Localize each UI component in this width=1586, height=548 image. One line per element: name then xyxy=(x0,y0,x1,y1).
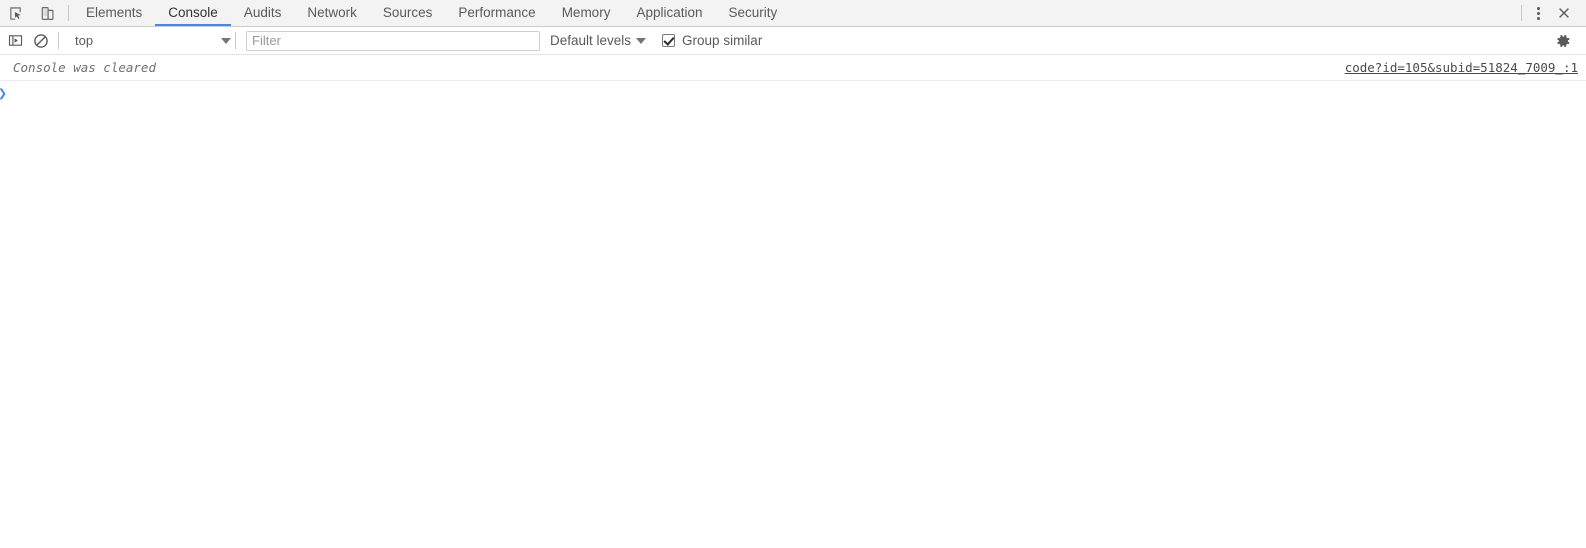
clear-console-icon[interactable] xyxy=(28,28,54,54)
console-sidebar-icon[interactable] xyxy=(2,28,28,54)
devtools-tabbar: Elements Console Audits Network Sources … xyxy=(0,0,1586,27)
tab-console[interactable]: Console xyxy=(155,0,231,26)
tab-security[interactable]: Security xyxy=(716,0,791,26)
tab-label: Memory xyxy=(561,4,611,20)
log-levels-dropdown[interactable]: Default levels xyxy=(550,33,647,48)
tab-audits[interactable]: Audits xyxy=(231,0,295,26)
close-icon[interactable] xyxy=(1550,0,1578,26)
toolbar-divider-2 xyxy=(235,32,236,49)
log-levels-label: Default levels xyxy=(550,33,632,48)
tab-memory[interactable]: Memory xyxy=(549,0,624,26)
dot xyxy=(1536,11,1540,15)
prompt-chevron-icon: ❯ xyxy=(0,85,7,101)
tabbar-right-divider xyxy=(1521,5,1522,21)
tab-network[interactable]: Network xyxy=(294,0,370,26)
tab-elements[interactable]: Elements xyxy=(73,0,155,26)
console-message-source-link[interactable]: code?id=105&subid=51824_7009_:1 xyxy=(1345,60,1578,75)
tab-label: Elements xyxy=(86,4,143,20)
dot xyxy=(1536,16,1540,20)
tabbar-divider xyxy=(68,5,69,21)
tab-application[interactable]: Application xyxy=(623,0,715,26)
execution-context-label: top xyxy=(75,33,94,48)
tab-label: Application xyxy=(636,4,703,20)
chevron-down-icon xyxy=(221,37,231,44)
console-toolbar: top Default levels Group similar xyxy=(0,27,1586,55)
inspect-cursor-icon[interactable] xyxy=(2,0,28,26)
tab-performance[interactable]: Performance xyxy=(445,0,548,26)
tab-label: Network xyxy=(307,4,357,20)
group-similar-label: Group similar xyxy=(682,33,763,48)
tab-label: Security xyxy=(728,4,778,20)
device-toolbar-icon[interactable] xyxy=(34,0,60,26)
gear-icon[interactable] xyxy=(1550,28,1576,54)
tab-label: Performance xyxy=(458,4,536,20)
tab-label: Sources xyxy=(382,4,433,20)
console-prompt-row[interactable]: ❯ xyxy=(0,81,1586,105)
toolbar-divider-1 xyxy=(58,32,59,49)
group-similar-checkbox[interactable] xyxy=(662,34,676,47)
more-vertical-icon[interactable] xyxy=(1526,0,1550,26)
tabbar-left-icons xyxy=(0,0,64,26)
tab-label: Audits xyxy=(243,4,282,20)
tab-label: Console xyxy=(168,4,218,20)
tabbar-right-icons xyxy=(1517,0,1586,26)
dot xyxy=(1536,6,1540,10)
toolbar-right-icons xyxy=(1550,28,1586,54)
console-message-text: Console was cleared xyxy=(13,60,156,75)
console-message-row[interactable]: Console was cleared code?id=105&subid=51… xyxy=(0,55,1586,81)
console-message-area: Console was cleared code?id=105&subid=51… xyxy=(0,55,1586,547)
filter-input[interactable] xyxy=(246,30,540,51)
panel-tabs: Elements Console Audits Network Sources … xyxy=(73,0,790,26)
tab-sources[interactable]: Sources xyxy=(370,0,446,26)
group-similar-toggle[interactable]: Group similar xyxy=(662,33,762,48)
chevron-down-icon xyxy=(636,37,647,44)
execution-context-selector[interactable]: top xyxy=(63,30,231,52)
